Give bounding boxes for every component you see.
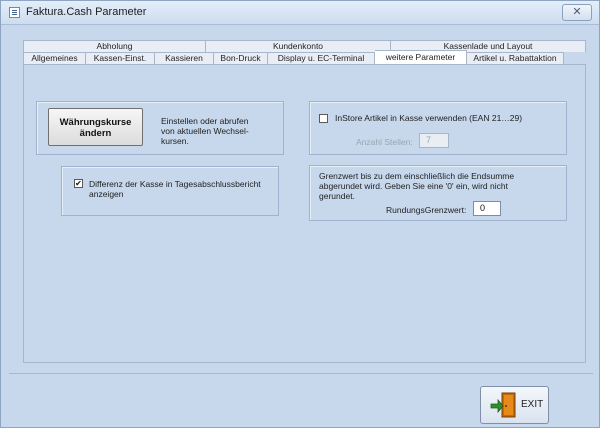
close-button[interactable]: ✕ (562, 4, 592, 21)
digits-label: Anzahl Stellen: (356, 137, 413, 147)
tab-row-top: Abholung Kundenkonto Kassenlade und Layo… (23, 40, 586, 52)
exchange-rates-desc-line3: kursen. (161, 136, 189, 146)
tab-artikel-rabattaktion[interactable]: Artikel u. Rabattaktion (467, 52, 564, 64)
instore-checkbox-label: InStore Artikel in Kasse verwenden (EAN … (335, 113, 523, 123)
exchange-rates-desc-line2: von aktuellen Wechsel- (161, 126, 249, 136)
digits-input[interactable]: 7 (419, 133, 449, 148)
title-bar: Faktura.Cash Parameter ✕ (1, 1, 599, 25)
exit-door-icon (490, 392, 516, 418)
tab-display-ec-terminal[interactable]: Display u. EC-Terminal (268, 52, 375, 64)
tab-weitere-parameter[interactable]: weitere Parameter (375, 50, 467, 64)
tab-allgemeines[interactable]: Allgemeines (23, 52, 86, 64)
difference-checkbox[interactable]: ✔ (74, 179, 83, 188)
parameter-window: Faktura.Cash Parameter ✕ Abholung Kunden… (0, 0, 600, 428)
rounding-desc-line3: gerundet. (319, 191, 355, 201)
tab-kassieren[interactable]: Kassieren (155, 52, 214, 64)
exit-button[interactable]: EXIT (480, 386, 549, 424)
rounding-description: Grenzwert bis zu dem einschließlich die … (319, 171, 514, 201)
rounding-limit-label: RundungsGrenzwert: (386, 205, 467, 215)
tab-row-bottom: Allgemeines Kassen-Einst. Kassieren Bon-… (23, 50, 586, 64)
exchange-rates-button[interactable]: Währungskurse ändern (48, 108, 143, 146)
tab-abholung[interactable]: Abholung (23, 40, 206, 52)
difference-label-line1: Differenz der Kasse in Tagesabschlussber… (89, 179, 261, 189)
exchange-rates-description: Einstellen oder abrufen von aktuellen We… (161, 116, 249, 146)
tab-kundenkonto[interactable]: Kundenkonto (206, 40, 391, 52)
tab-bon-druck[interactable]: Bon-Druck (214, 52, 268, 64)
rounding-desc-line2: abgerundet wird. Geben Sie eine '0' ein,… (319, 181, 508, 191)
app-form-icon (9, 7, 20, 18)
exchange-rates-desc-line1: Einstellen oder abrufen (161, 116, 249, 126)
window-title: Faktura.Cash Parameter (26, 6, 147, 18)
exchange-rates-button-line1: Währungskurse (59, 117, 132, 128)
rounding-desc-line1: Grenzwert bis zu dem einschließlich die … (319, 171, 515, 181)
difference-label-line2: anzeigen (89, 189, 124, 199)
tab-kassen-einst[interactable]: Kassen-Einst. (86, 52, 155, 64)
exchange-rates-button-line2: ändern (79, 128, 112, 139)
footer-divider (9, 373, 593, 374)
instore-checkbox[interactable] (319, 114, 328, 123)
difference-checkbox-label: Differenz der Kasse in Tagesabschlussber… (89, 179, 261, 199)
rounding-limit-input[interactable]: 0 (473, 201, 501, 216)
exit-button-label: EXIT (521, 399, 544, 410)
